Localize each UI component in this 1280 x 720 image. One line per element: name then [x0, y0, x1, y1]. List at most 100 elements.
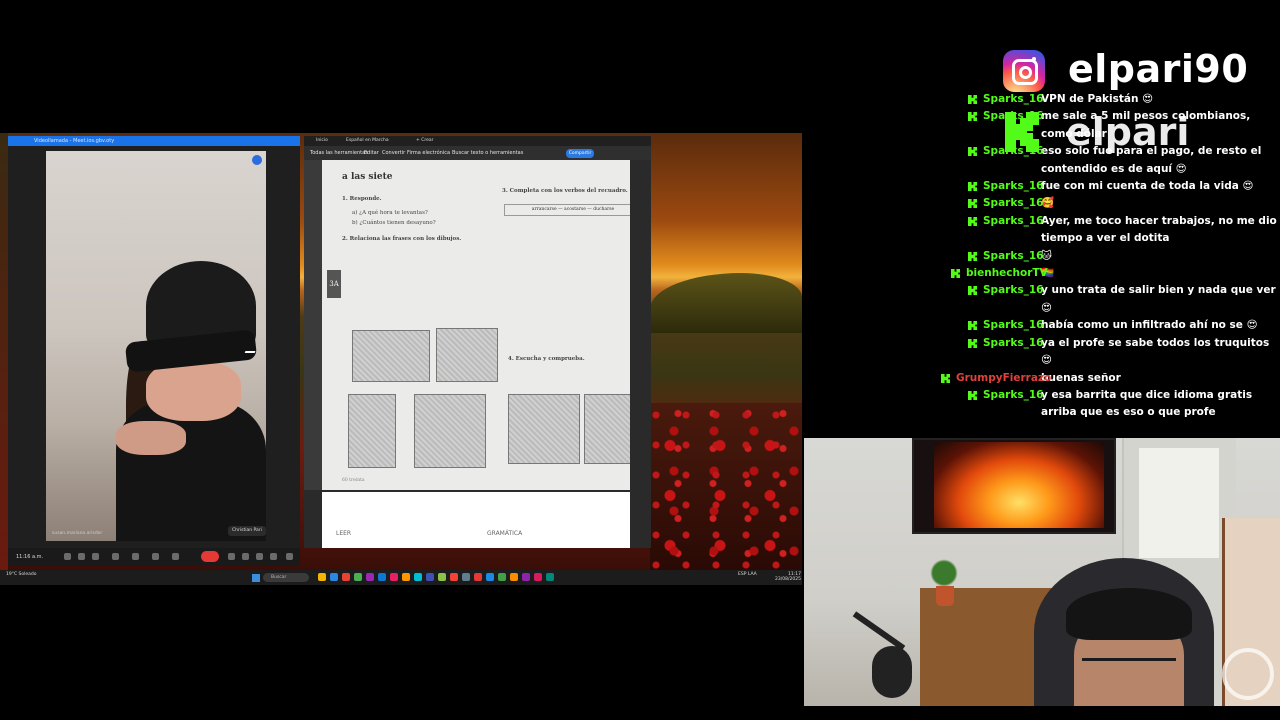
- taskbar-app-icon[interactable]: [462, 573, 470, 581]
- language-indicator[interactable]: ESP LAA: [738, 572, 757, 577]
- more-options-icon[interactable]: [172, 553, 179, 560]
- kick-badge-icon: [968, 112, 977, 122]
- tab-create[interactable]: + Crear: [416, 137, 433, 145]
- chat-username[interactable]: Sparks_16: [983, 108, 1043, 125]
- exercise-2: 2. Relaciona las frases con los dibujos.: [342, 236, 462, 242]
- people-icon[interactable]: [242, 553, 249, 560]
- weather-widget[interactable]: 19°C Soleado: [6, 572, 37, 577]
- taskbar-app-icon[interactable]: [378, 573, 386, 581]
- chat-message: Sparks_16 🥰: [935, 195, 1280, 212]
- kick-badge-icon: [968, 147, 977, 157]
- chat-message: GrumpyFierrazo buenas señor: [935, 370, 1280, 387]
- chat-icon[interactable]: [256, 553, 263, 560]
- doc-right-toolbar[interactable]: [635, 160, 651, 548]
- taskbar-app-icon[interactable]: [474, 573, 482, 581]
- taskbar-app-icon[interactable]: [414, 573, 422, 581]
- info-icon[interactable]: [228, 553, 235, 560]
- taskbar-app-icon[interactable]: [342, 573, 350, 581]
- camera-icon[interactable]: [78, 553, 85, 560]
- self-name-label: susan.mariana.arisdor: [52, 531, 103, 536]
- drawing-c: [348, 394, 396, 468]
- desktop-edge: [0, 133, 8, 570]
- chat-text: buenas señor: [1041, 371, 1121, 384]
- kick-badge-icon: [968, 390, 977, 400]
- exercise-4: 4. Escucha y comprueba.: [508, 356, 585, 362]
- chat-message: bienhechorTV 🏳️‍🌈: [935, 265, 1280, 282]
- taskbar-app-icon[interactable]: [498, 573, 506, 581]
- taskbar-app-icon[interactable]: [366, 573, 374, 581]
- mic-icon[interactable]: [64, 553, 71, 560]
- exercise-3: 3. Completa con los verbos del recuadro.: [502, 188, 628, 194]
- chat-username[interactable]: Sparks_16: [983, 387, 1043, 404]
- start-icon[interactable]: [252, 574, 260, 582]
- taskbar-app-icon[interactable]: [354, 573, 362, 581]
- chat-message: Sparks_16 VPN de Pakistán 😍: [935, 91, 1280, 108]
- drawing-f: [584, 394, 630, 464]
- search-tools[interactable]: Buscar texto o herramientas: [452, 148, 523, 158]
- doc-left-toolbar[interactable]: [304, 160, 322, 490]
- captions-icon[interactable]: [92, 553, 99, 560]
- verb-box: arrancarse — acostarse — ducharse: [504, 204, 630, 216]
- activities-icon[interactable]: [270, 553, 277, 560]
- kick-badge-icon: [968, 95, 977, 104]
- taskbar-app-icon[interactable]: [330, 573, 338, 581]
- watermark-icon: [1222, 648, 1274, 700]
- chat-message: Sparks_16 y uno trata de salir bien y nad…: [935, 282, 1280, 317]
- esign-menu[interactable]: Firma electrónica: [407, 148, 450, 158]
- exercise-1: 1. Responde.: [342, 196, 382, 202]
- streamer-webcam: [804, 438, 1280, 706]
- call-title: Videollamada - Meet.ios.gbv.oty: [34, 138, 115, 144]
- drawing-a: [352, 330, 430, 382]
- all-tools-menu[interactable]: Todas las herramientas: [310, 148, 368, 158]
- taskbar-app-icon[interactable]: [438, 573, 446, 581]
- chat-username[interactable]: Sparks_16: [983, 282, 1043, 299]
- taskbar-app-icon[interactable]: [510, 573, 518, 581]
- chat-username[interactable]: Sparks_16: [983, 248, 1043, 265]
- chat-username[interactable]: Sparks_16: [983, 195, 1043, 212]
- call-titlebar[interactable]: Videollamada - Meet.ios.gbv.oty: [8, 136, 300, 146]
- tab-document[interactable]: Español en Marcha: [346, 137, 389, 145]
- taskbar-app-icon[interactable]: [318, 573, 326, 581]
- section-leer: LEER: [336, 530, 352, 537]
- chat-username[interactable]: Sparks_16: [983, 213, 1043, 230]
- taskbar-app-icon[interactable]: [402, 573, 410, 581]
- chat-message: Sparks_16 y esa barrita que dice idioma g…: [935, 387, 1280, 422]
- chat-username[interactable]: GrumpyFierrazo: [956, 370, 1051, 387]
- kick-badge-icon: [968, 338, 977, 348]
- present-icon[interactable]: [112, 553, 119, 560]
- taskbar-app-icon[interactable]: [390, 573, 398, 581]
- taskbar-clock[interactable]: 11:17 23/08/2025: [775, 572, 801, 582]
- taskbar-app-icon[interactable]: [486, 573, 494, 581]
- kick-badge-icon: [968, 286, 977, 296]
- emoji-icon[interactable]: [132, 553, 139, 560]
- chat-text: 🏳️‍🌈: [1041, 267, 1055, 280]
- share-button[interactable]: Compartir: [566, 149, 594, 158]
- screen-share: Videollamada - Meet.ios.gbv.oty susan.ma…: [0, 133, 802, 585]
- taskbar-app-icon[interactable]: [450, 573, 458, 581]
- taskbar-app-icon[interactable]: [534, 573, 542, 581]
- doc-toolbar: Todas las herramientas Editar Convertir …: [304, 146, 651, 160]
- tab-home[interactable]: Inicio: [316, 137, 328, 145]
- taskbar-app-icon[interactable]: [426, 573, 434, 581]
- chat-username[interactable]: Sparks_16: [983, 143, 1043, 160]
- convert-menu[interactable]: Convertir: [382, 148, 405, 158]
- glasses: [1082, 658, 1176, 679]
- section-gramatica: GRAMÁTICA: [487, 530, 523, 537]
- taskbar-app-icon[interactable]: [546, 573, 554, 581]
- pdf-reader-window: Inicio Español en Marcha + Crear Todas l…: [304, 136, 651, 548]
- lock-icon[interactable]: [286, 553, 293, 560]
- chat-username[interactable]: bienhechorTV: [966, 265, 1048, 282]
- call-toolbar: 11:16 a.m.: [8, 548, 300, 566]
- chat-username[interactable]: Sparks_16: [983, 178, 1043, 195]
- chat-text: VPN de Pakistán 😍: [1041, 93, 1154, 105]
- raise-hand-icon[interactable]: [152, 553, 159, 560]
- kick-badge-icon: [941, 373, 950, 383]
- chat-username[interactable]: Sparks_16: [983, 317, 1043, 334]
- chat-username[interactable]: Sparks_16: [983, 91, 1043, 108]
- taskbar-search[interactable]: Buscar: [263, 573, 309, 582]
- chat-username[interactable]: Sparks_16: [983, 335, 1043, 352]
- hang-up-button[interactable]: [201, 551, 219, 562]
- doc-tabbar: Inicio Español en Marcha + Crear: [304, 136, 651, 146]
- edit-menu[interactable]: Editar: [364, 148, 379, 158]
- taskbar-app-icon[interactable]: [522, 573, 530, 581]
